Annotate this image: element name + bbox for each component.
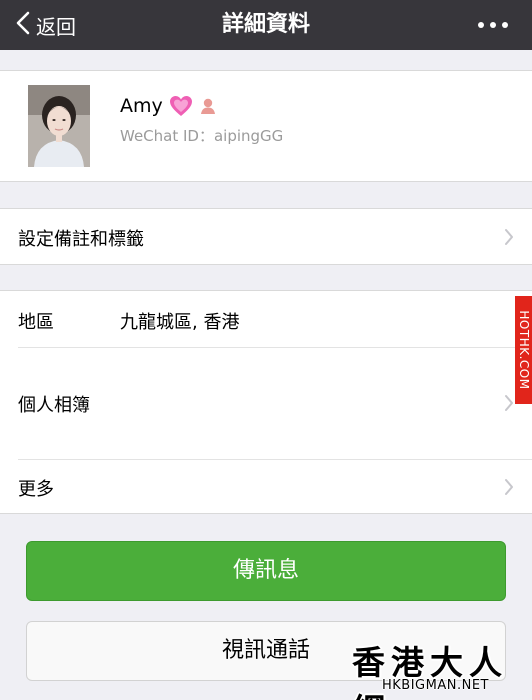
album-label: 個人相簿: [18, 395, 90, 416]
region-value: 九龍城區, 香港: [120, 312, 240, 333]
side-watermark-text: HOTHK.COM: [516, 310, 531, 390]
send-message-button[interactable]: 傳訊息: [26, 541, 506, 601]
profile-detail-screen: 返回 詳細資料 Amy WeChat ID：aipingGG 設定備註和標籤 地…: [0, 0, 532, 700]
cell-label: 設定備註和標籤: [18, 229, 144, 250]
more-dots-icon[interactable]: [478, 0, 508, 50]
profile-card: Amy WeChat ID：aipingGG: [0, 70, 532, 182]
back-label: 返回: [36, 14, 76, 39]
region-label: 地區: [18, 312, 54, 333]
navigation-bar: 返回 詳細資料: [0, 0, 532, 50]
wechat-id: WeChat ID：aipingGG: [120, 125, 283, 146]
chevron-left-icon: [16, 11, 30, 39]
avatar[interactable]: [28, 85, 90, 167]
chevron-right-icon: [504, 478, 514, 496]
side-watermark-tag: HOTHK.COM: [515, 296, 532, 404]
info-group: 地區 九龍城區, 香港 個人相簿 更多: [0, 290, 532, 514]
page-title: 詳細資料: [221, 12, 310, 37]
more-label: 更多: [18, 479, 54, 500]
heart-icon: [169, 95, 193, 117]
wechat-id-label: WeChat ID：: [120, 127, 214, 145]
more-cell[interactable]: 更多: [0, 459, 532, 513]
profile-name-row: Amy: [120, 91, 217, 121]
female-icon: [199, 97, 217, 115]
chevron-right-icon: [504, 394, 514, 412]
chevron-right-icon: [504, 228, 514, 246]
remark-group: 設定備註和標籤: [0, 208, 532, 265]
region-cell: 地區 九龍城區, 香港: [0, 291, 532, 347]
back-button[interactable]: 返回: [16, 0, 76, 50]
wechat-id-value: aipingGG: [213, 127, 284, 145]
watermark-url: HKBIGMAN.NET: [382, 678, 489, 693]
personal-album-cell[interactable]: 個人相簿: [0, 347, 532, 459]
profile-name: Amy: [120, 95, 163, 117]
set-remark-and-tags-cell[interactable]: 設定備註和標籤: [0, 209, 532, 264]
